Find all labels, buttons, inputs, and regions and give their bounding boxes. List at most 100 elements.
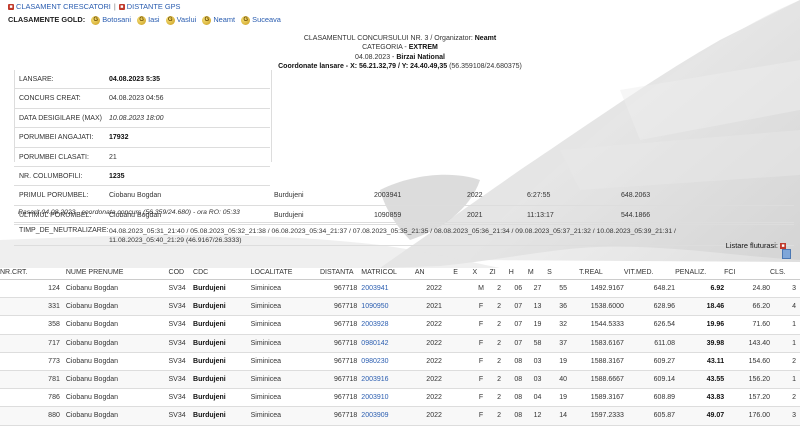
cell-t-real: 1544.5333 (579, 315, 624, 335)
cell-matricol[interactable]: 2003941 (357, 279, 415, 299)
contest-info-table: LANSARE: 04.08.2023 5:35 CONCURS CREAT: … (14, 70, 794, 226)
distante-gps-link[interactable]: DISTANTE GPS (127, 2, 181, 11)
col-localitate[interactable]: LOCALITATE (250, 265, 320, 280)
cell-penaliz: 18.46 (675, 297, 725, 317)
cell-matricol[interactable]: 2003910 (357, 388, 415, 408)
cell-zi: 2 (489, 388, 509, 408)
gold-badge-icon: G (91, 15, 101, 25)
col-h[interactable]: H (508, 265, 528, 280)
clasament-crescatori-link[interactable]: CLASAMENT CRESCATORI (16, 2, 111, 11)
cell-cdc: Burdujeni (193, 315, 251, 335)
cell-h: 06 (508, 279, 528, 299)
cell-distanta: 967718 (319, 315, 358, 335)
col-x[interactable]: X (472, 265, 490, 280)
col-cod[interactable]: COD (168, 265, 194, 280)
cell-penaliz: 19.96 (675, 315, 725, 335)
col-distanta[interactable]: DISTANTA (319, 265, 358, 280)
info-row-porumbei-clasati: PORUMBEI CLASATI: 21 (14, 148, 270, 167)
cell-m: 27 (527, 279, 548, 299)
cell-x: F (472, 297, 490, 317)
results-table: NR.CRT. NUME PRENUME COD CDC LOCALITATE … (0, 265, 800, 426)
cell-matricol[interactable]: 0980230 (357, 352, 415, 371)
cell-t-real: 1588.3167 (579, 352, 624, 371)
cell-m: 19 (527, 315, 548, 335)
cell-localitate: Siminicea (250, 297, 320, 317)
col-e[interactable]: E (453, 265, 473, 280)
cell-nume-prenume: Ciobanu Bogdan (61, 352, 169, 371)
cell-nr-crt: 773 (0, 352, 62, 371)
col-s[interactable]: S (547, 265, 580, 280)
info-row-data-desigilare: DATA DESIGILARE (MAX) 10.08.2023 18:00 (14, 109, 270, 129)
cell-cod: SV34 (168, 334, 194, 353)
col-m[interactable]: M (527, 265, 548, 280)
cell-vit-med: 628.96 (623, 297, 676, 317)
table-row: 717 Ciobanu Bogdan SV34 Burdujeni Siminicea 9… (0, 334, 800, 353)
cell-an: 2022 (414, 388, 454, 408)
cell-cls: 1 (770, 334, 800, 353)
cell-nr-crt: 717 (0, 334, 62, 353)
cell-fci: 157.20 (724, 388, 770, 408)
cell-t-real: 1583.6167 (579, 334, 624, 353)
cell-matricol[interactable]: 2003909 (357, 406, 415, 426)
col-penaliz[interactable]: PENALIZ. (675, 265, 725, 280)
cell-cdc: Burdujeni (193, 352, 251, 371)
col-an[interactable]: AN (414, 265, 454, 280)
gold-badge-icon: G (241, 15, 251, 25)
cell-matricol[interactable]: 0980142 (357, 334, 415, 353)
cell-vit-med: 608.89 (623, 388, 676, 408)
cell-e (453, 334, 473, 353)
info-row-primul-porumbel: PRIMUL PORUMBEL: Ciobanu Bogdan Burdujen… (14, 186, 794, 206)
cell-e (453, 388, 473, 408)
results-header-row: NR.CRT. NUME PRENUME COD CDC LOCALITATE … (0, 265, 800, 280)
cell-matricol[interactable]: 1090950 (357, 297, 415, 317)
results-body: 124 Ciobanu Bogdan SV34 Burdujeni Siminicea 9… (0, 279, 800, 426)
cell-nume-prenume: Ciobanu Bogdan (61, 297, 169, 317)
cell-localitate: Siminicea (250, 388, 320, 408)
col-t-real[interactable]: T.REAL (579, 265, 624, 280)
pdf-icon: ■ (118, 4, 125, 11)
cell-cls: 2 (770, 388, 800, 408)
cell-e (453, 315, 473, 335)
cell-zi: 2 (489, 406, 509, 426)
col-cls[interactable]: CLS. (770, 265, 800, 280)
cell-nume-prenume: Ciobanu Bogdan (61, 388, 169, 408)
cell-nume-prenume: Ciobanu Bogdan (61, 334, 169, 353)
cell-s: 19 (547, 352, 580, 371)
cell-penaliz: 43.11 (675, 352, 725, 371)
cell-cls: 1 (770, 370, 800, 390)
cell-matricol[interactable]: 2003928 (357, 315, 415, 335)
col-cdc[interactable]: CDC (193, 265, 251, 280)
contest-category: CATEGORIA - EXTREM (362, 44, 438, 52)
gold-badge-icon: G (165, 15, 175, 25)
cell-s: 19 (547, 388, 580, 408)
cell-matricol[interactable]: 2003916 (357, 370, 415, 390)
table-row: 880 Ciobanu Bogdan SV34 Burdujeni Siminicea 9… (0, 406, 800, 426)
gold-link-neamt[interactable]: G Neamt (202, 15, 235, 25)
excel-export-icon[interactable] (782, 249, 791, 259)
gold-link-vaslui[interactable]: G Vaslui (165, 15, 196, 25)
cell-h: 08 (508, 352, 528, 371)
cell-distanta: 967718 (319, 352, 358, 371)
cell-cod: SV34 (168, 388, 194, 408)
col-nume-prenume[interactable]: NUME PRENUME (61, 265, 169, 280)
cell-distanta: 967718 (319, 334, 358, 353)
col-matricol[interactable]: MATRICOL (357, 265, 415, 280)
cell-an: 2021 (414, 297, 454, 317)
cell-an: 2022 (414, 352, 454, 371)
cell-cdc: Burdujeni (193, 388, 251, 408)
col-nr-crt[interactable]: NR.CRT. (0, 265, 62, 280)
cell-nr-crt: 781 (0, 370, 62, 390)
gold-link-iasi[interactable]: G Iasi (137, 15, 160, 25)
col-fci[interactable]: FCI (724, 265, 770, 280)
cell-h: 08 (508, 406, 528, 426)
cell-distanta: 967718 (319, 406, 358, 426)
col-vit-med[interactable]: VIT.MED. (623, 265, 676, 280)
gold-link-suceava[interactable]: G Suceava (241, 15, 281, 25)
cell-zi: 2 (489, 315, 509, 335)
cell-fci: 156.20 (724, 370, 770, 390)
cell-distanta: 967718 (319, 388, 358, 408)
gold-link-botosani[interactable]: G Botosani (91, 15, 131, 25)
col-zi[interactable]: ZI (489, 265, 509, 280)
cell-cdc: Burdujeni (193, 297, 251, 317)
listare-fluturasi: Listare fluturasi: ■ (725, 241, 786, 250)
